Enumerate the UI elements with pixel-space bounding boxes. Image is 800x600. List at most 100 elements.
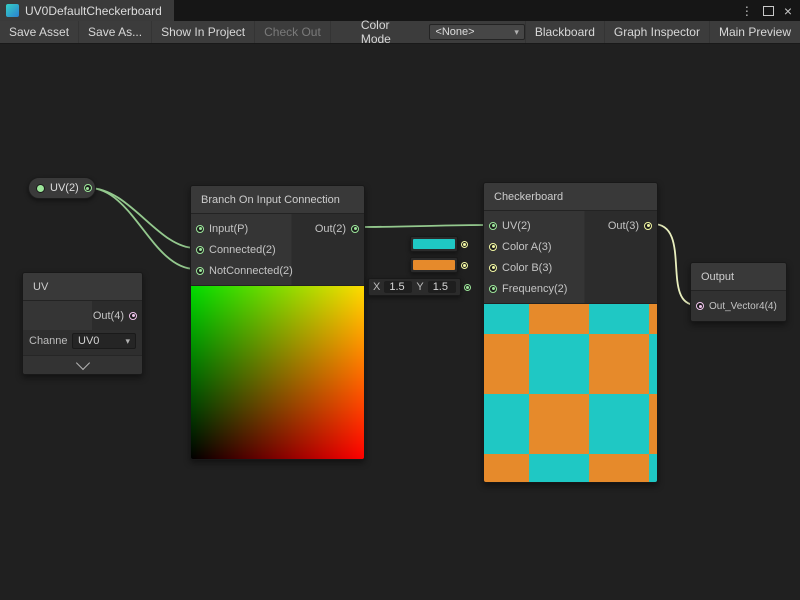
color-a-field[interactable] <box>410 236 458 252</box>
dropdown-caret-icon: ▾ <box>514 28 519 37</box>
node-checkerboard-header: Checkerboard <box>484 183 657 211</box>
frequency-field: X 1.5 Y 1.5 <box>368 278 461 296</box>
node-branch-header: Branch On Input Connection <box>191 186 364 214</box>
node-checkerboard-ports: UV(2) Out(3) Color A(3) Color B(3) <box>484 211 657 303</box>
port-row: Color B(3) <box>484 257 657 278</box>
toolbar-right-group: Blackboard Graph Inspector Main Preview <box>525 21 800 43</box>
port-color-a[interactable]: Color A(3) <box>489 241 552 253</box>
save-asset-button[interactable]: Save Asset <box>0 21 79 43</box>
edge-uv-to-connected[interactable] <box>89 188 195 248</box>
property-exposed-dot <box>36 184 45 193</box>
port-dot-out3[interactable] <box>644 222 652 230</box>
property-pill-out-port[interactable] <box>84 184 92 192</box>
port-row: NotConnected(2) <box>191 260 364 281</box>
port-label-color-b: Color B(3) <box>502 262 552 274</box>
widget-dot-frequency[interactable] <box>464 284 471 291</box>
branch-node-preview <box>191 285 364 459</box>
port-row: Input(P) Out(2) <box>191 218 364 239</box>
dropdown-caret-icon: ▾ <box>125 337 130 346</box>
node-branch-ports: Input(P) Out(2) Connected(2) NotConnecte… <box>191 214 364 285</box>
node-branch[interactable]: Branch On Input Connection Input(P) Out(… <box>190 185 365 460</box>
port-dot-input-p[interactable] <box>196 225 204 233</box>
port-color-b[interactable]: Color B(3) <box>489 262 552 274</box>
port-label-out2: Out(2) <box>315 223 346 235</box>
kebab-menu-icon[interactable]: ⋮ <box>741 5 753 17</box>
frequency-x-label: X <box>373 281 380 293</box>
port-dot-out2[interactable] <box>351 225 359 233</box>
frequency-y-label: Y <box>416 281 423 293</box>
port-out3[interactable]: Out(3) <box>608 220 652 232</box>
port-dot-connected[interactable] <box>196 246 204 254</box>
port-row: Connected(2) <box>191 239 364 260</box>
port-dot-out-vector4[interactable] <box>696 302 704 310</box>
window-controls: ⋮ × <box>741 0 800 21</box>
document-tab[interactable]: UV0DefaultCheckerboard <box>0 0 174 21</box>
port-label-input-p: Input(P) <box>209 223 248 235</box>
main-preview-toggle-button[interactable]: Main Preview <box>709 21 800 43</box>
port-connected[interactable]: Connected(2) <box>196 244 276 256</box>
port-label-out4: Out(4) <box>93 310 124 322</box>
save-as-button[interactable]: Save As... <box>79 21 152 43</box>
maximize-icon[interactable] <box>763 6 774 16</box>
color-mode-label: Color Mode <box>361 18 423 46</box>
frequency-x-input[interactable]: 1.5 <box>384 281 412 293</box>
port-dot-color-b[interactable] <box>489 264 497 272</box>
port-dot-uv2[interactable] <box>489 222 497 230</box>
property-pill-uv[interactable]: UV(2) <box>28 177 96 199</box>
color-b-field[interactable] <box>410 257 458 273</box>
port-row: Frequency(2) <box>484 278 657 299</box>
shader-graph-icon <box>6 4 19 17</box>
color-mode-group: Color Mode <None> ▾ <box>361 21 525 43</box>
port-dot-color-a[interactable] <box>489 243 497 251</box>
channel-dropdown[interactable]: UV0 ▾ <box>72 333 136 349</box>
widget-color-b <box>410 257 468 273</box>
edge-uv-to-notconnected[interactable] <box>89 188 195 269</box>
blackboard-toggle-button[interactable]: Blackboard <box>525 21 604 43</box>
widget-dot-color-a[interactable] <box>461 241 468 248</box>
node-output[interactable]: Output Out_Vector4(4) <box>690 262 787 322</box>
channel-dropdown-value: UV0 <box>78 335 99 347</box>
graph-inspector-toggle-button[interactable]: Graph Inspector <box>604 21 709 43</box>
check-out-button: Check Out <box>255 21 331 43</box>
node-output-title: Output <box>701 271 734 283</box>
port-label-notconnected: NotConnected(2) <box>209 265 293 277</box>
port-label-connected: Connected(2) <box>209 244 276 256</box>
color-a-swatch[interactable] <box>413 239 455 249</box>
port-out4[interactable]: Out(4) <box>93 310 137 322</box>
widget-dot-color-b[interactable] <box>461 262 468 269</box>
color-b-swatch[interactable] <box>413 260 455 270</box>
node-branch-title: Branch On Input Connection <box>201 194 340 206</box>
checkerboard-node-preview <box>484 303 657 482</box>
frequency-y-input[interactable]: 1.5 <box>428 281 456 293</box>
port-uv2[interactable]: UV(2) <box>489 220 531 232</box>
port-frequency[interactable]: Frequency(2) <box>489 283 567 295</box>
port-input-p[interactable]: Input(P) <box>196 223 248 235</box>
node-checkerboard[interactable]: Checkerboard UV(2) Out(3) Color A(3) <box>483 182 658 483</box>
port-row: Color A(3) <box>484 236 657 257</box>
node-output-ports: Out_Vector4(4) <box>691 291 786 321</box>
node-uv[interactable]: UV Out(4) Channel UV0 ▾ <box>22 272 143 375</box>
graph-canvas[interactable]: UV(2) Branch On Input Connection Input(P… <box>0 44 800 600</box>
color-mode-dropdown[interactable]: <None> ▾ <box>429 24 524 40</box>
port-row: Out_Vector4(4) <box>691 296 786 316</box>
port-notconnected[interactable]: NotConnected(2) <box>196 265 293 277</box>
tab-title: UV0DefaultCheckerboard <box>25 4 162 18</box>
port-label-out-vector4: Out_Vector4(4) <box>709 301 777 312</box>
port-label-frequency: Frequency(2) <box>502 283 567 295</box>
widget-frequency: X 1.5 Y 1.5 <box>368 278 471 296</box>
port-out-vector4[interactable]: Out_Vector4(4) <box>696 301 777 312</box>
close-icon[interactable]: × <box>784 4 792 18</box>
graph-toolbar: Save Asset Save As... Show In Project Ch… <box>0 21 800 44</box>
port-label-out3: Out(3) <box>608 220 639 232</box>
port-label-color-a: Color A(3) <box>502 241 552 253</box>
port-row: UV(2) Out(3) <box>484 215 657 236</box>
show-in-project-button[interactable]: Show In Project <box>152 21 255 43</box>
edge-branch-to-checkerboard[interactable] <box>360 225 488 227</box>
port-out2[interactable]: Out(2) <box>315 223 359 235</box>
port-dot-out4[interactable] <box>129 312 137 320</box>
node-uv-ports: Out(4) <box>23 301 142 330</box>
port-row: Out(4) <box>23 305 142 326</box>
port-dot-notconnected[interactable] <box>196 267 204 275</box>
port-dot-frequency[interactable] <box>489 285 497 293</box>
uv-preview-collapse-button[interactable] <box>23 355 142 374</box>
